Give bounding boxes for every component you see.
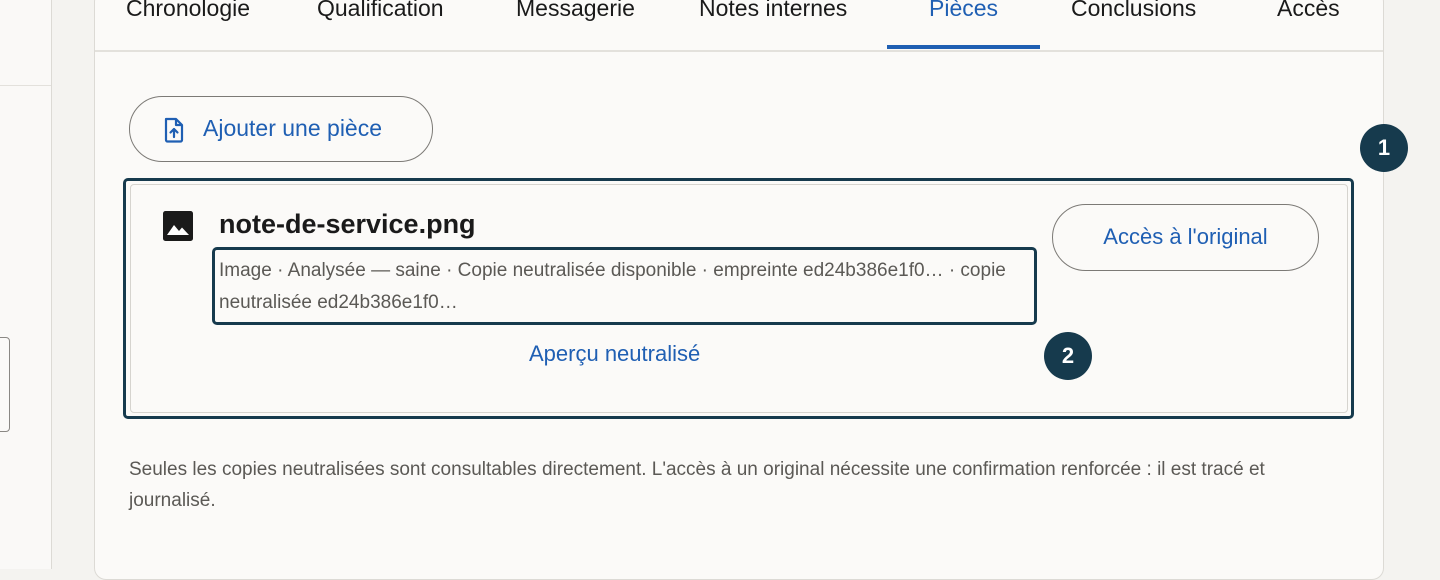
add-attachment-label: Ajouter une pièce	[203, 115, 383, 141]
tab-notes-internes[interactable]: Notes internes	[699, 0, 847, 22]
rail-divider	[0, 85, 51, 86]
left-rail	[0, 0, 52, 569]
tab-qualification[interactable]: Qualification	[317, 0, 444, 22]
tab-pieces[interactable]: Pièces	[929, 0, 998, 22]
tab-acces[interactable]: Accès	[1277, 0, 1340, 22]
callout-badge-2: 2	[1044, 332, 1092, 380]
rail-field[interactable]	[0, 337, 10, 432]
add-attachment-button[interactable]: Ajouter une pièce	[129, 96, 433, 162]
access-original-label: Accès à l'original	[1103, 224, 1268, 249]
tab-conclusions[interactable]: Conclusions	[1071, 0, 1196, 22]
tab-chronologie[interactable]: Chronologie	[126, 0, 250, 22]
neutralized-preview-link[interactable]: Aperçu neutralisé	[529, 341, 700, 367]
active-tab-indicator	[887, 45, 1040, 49]
tab-messagerie[interactable]: Messagerie	[516, 0, 635, 22]
tab-bar: Chronologie Qualification Messagerie Not…	[95, 0, 1383, 52]
attachment-file-name: note-de-service.png	[219, 209, 476, 239]
case-panel: Chronologie Qualification Messagerie Not…	[94, 0, 1408, 580]
attachment-card: note-de-service.png Image · Analysée — s…	[130, 184, 1348, 413]
image-icon	[163, 211, 193, 241]
attachment-metadata: Image · Analysée — saine · Copie neutral…	[219, 260, 1006, 313]
access-policy-notice: Seules les copies neutralisées sont cons…	[129, 459, 1265, 511]
callout-badge-1: 1	[1360, 124, 1408, 172]
file-upload-icon	[162, 117, 186, 143]
access-original-button[interactable]: Accès à l'original	[1052, 204, 1319, 271]
